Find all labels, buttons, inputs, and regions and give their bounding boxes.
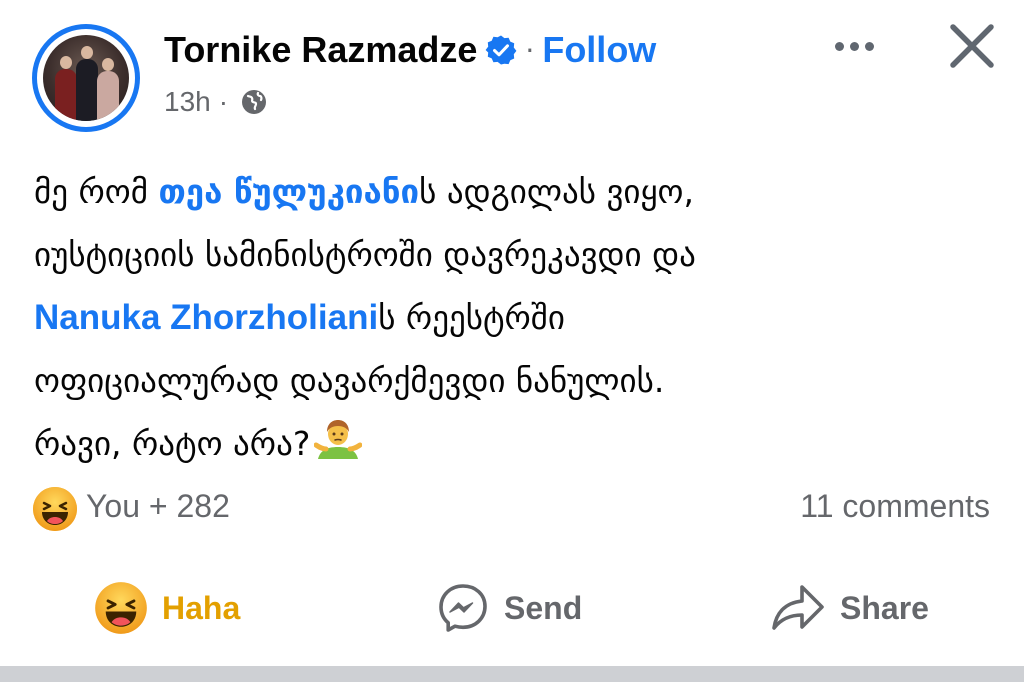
verified-badge-icon [486,35,517,65]
post-line: ოფიციალურად დავარქმევდი ნანულის. [34,361,665,400]
send-label: Send [504,589,583,626]
action-bar: Haha Send Share [0,570,1024,646]
separator-dot: · [525,33,535,67]
close-icon[interactable] [942,16,1002,76]
avatar-figure [55,56,77,121]
mention-link[interactable]: თეა წულუკიანი [158,172,419,211]
text-segment: ს ადგილას ვიყო, [419,172,694,211]
author-avatar[interactable] [32,24,140,132]
avatar-figure [97,58,119,121]
dot [834,41,844,51]
haha-emoji[interactable] [32,486,78,532]
globe-icon [242,90,267,114]
text-segment: რავი, რატო არა? [34,424,311,463]
post-line: იუსტიციის სამინისტროში დავრეკავდი და [34,235,696,274]
share-button[interactable]: Share [770,570,929,646]
reaction-count[interactable]: You + 282 [86,488,230,525]
comments-count[interactable]: 11 comments [800,488,990,525]
share-arrow-icon [772,585,824,630]
separator-dot: · [218,86,229,117]
post-time[interactable]: 13h [164,86,211,118]
post-line: მე რომ თეა წულუკიანის ადგილას ვიყო, [34,160,994,223]
send-button[interactable]: Send [436,570,582,646]
post-meta: 13h · [164,84,268,120]
post-text: მე რომ თეა წულუკიანის ადგილას ვიყო, იუსტ… [34,160,994,475]
text-segment: მე რომ [34,172,159,211]
author-row: Tornike Razmadze · Follow [164,26,656,74]
dot [864,41,874,51]
haha-reaction-button[interactable]: Haha [94,570,240,646]
post-header: Tornike Razmadze · Follow 13h · [0,0,1024,140]
post-line: Nanuka Zhorzholianiს რეესტრში [34,286,994,349]
mention-link[interactable]: Nanuka Zhorzholiani [34,298,378,337]
share-label: Share [840,589,929,626]
haha-emoji [95,582,147,634]
messenger-icon [439,584,487,632]
reaction-stats: You + 282 11 comments [0,480,1024,536]
haha-label: Haha [162,589,241,626]
follow-button[interactable]: Follow [542,29,656,71]
more-options-button[interactable] [822,24,886,68]
feed-divider [0,666,1024,682]
dot [849,41,859,51]
avatar-figure [76,46,98,121]
avatar-photo [43,35,129,121]
post-line: რავი, რატო არა? [34,412,994,475]
text-segment: ს რეესტრში [378,298,565,337]
author-name[interactable]: Tornike Razmadze [164,29,477,71]
person-shrugging-emoji [314,420,363,459]
